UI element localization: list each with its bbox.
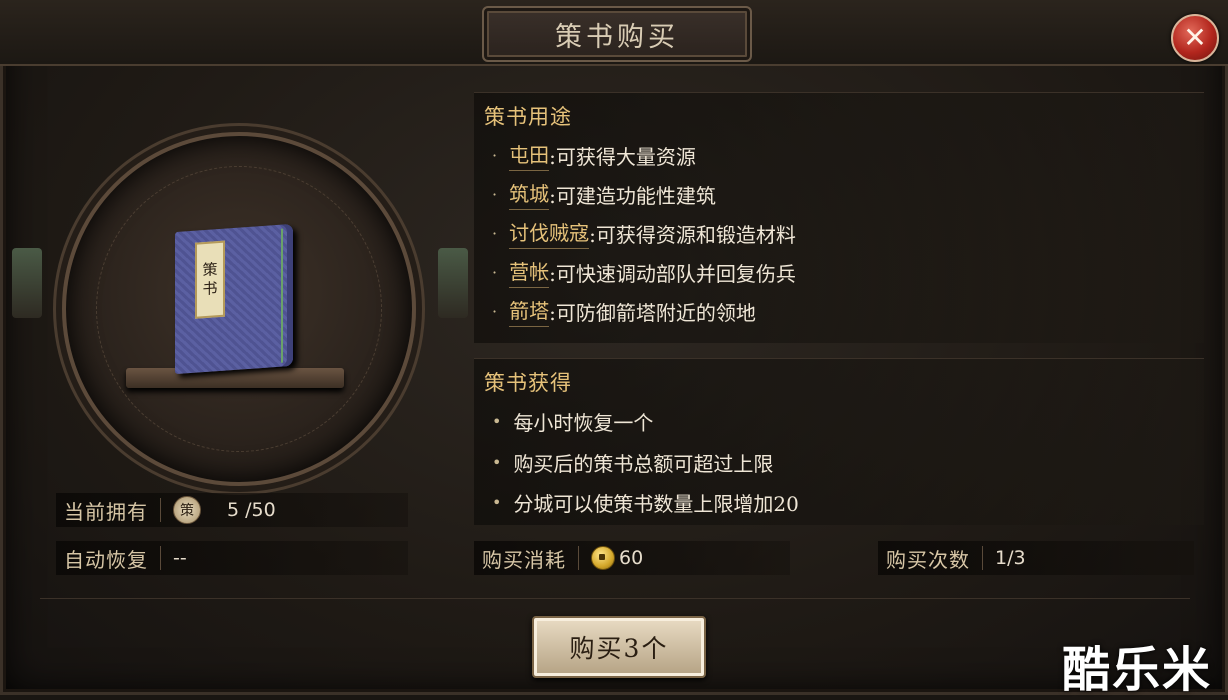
bullet-icon: · — [492, 262, 498, 282]
recover-value: -- — [173, 547, 187, 569]
row-separator — [160, 498, 161, 522]
watermark-logo: 酷乐米 — [1062, 642, 1213, 698]
usage-title: 策书用途 — [484, 105, 572, 129]
strategy-book-badge-icon: 策 — [173, 496, 201, 524]
footer-divider — [40, 598, 1190, 599]
times-value: 1/3 — [995, 547, 1026, 569]
usage-keyword[interactable]: 营帐 — [509, 256, 550, 288]
bullet-icon: · — [492, 301, 498, 321]
recover-row: 自动恢复 -- — [56, 541, 408, 575]
cost-label: 购买消耗 — [482, 547, 566, 572]
cost-value: 60 — [619, 547, 644, 569]
usage-keyword[interactable]: 讨伐贼寇 — [509, 217, 590, 249]
book-label-char-1: 策 — [202, 259, 218, 279]
usage-desc: :可获得大量资源 — [549, 144, 696, 169]
row-separator — [982, 546, 983, 570]
book-spine — [281, 228, 291, 363]
book-shelf — [126, 368, 344, 388]
obtain-item: • 分城可以使策书数量上限增加20 — [492, 488, 799, 517]
usage-desc: :可快速调动部队并回复伤兵 — [549, 261, 796, 286]
dialog-title: 策书购买 — [555, 21, 679, 53]
usage-desc: :可建造功能性建筑 — [549, 183, 716, 208]
row-separator — [578, 546, 579, 570]
obtain-text: 每小时恢复一个 — [513, 411, 654, 435]
left-lantern-decoration — [12, 248, 42, 318]
close-icon: ✕ — [1183, 21, 1207, 54]
right-lantern-decoration — [438, 248, 468, 318]
owned-value: 5 /50 — [227, 499, 276, 521]
usage-item: · 讨伐贼寇 :可获得资源和锻造材料 — [492, 217, 796, 249]
buy-button[interactable]: 购买3个 — [532, 616, 706, 678]
bullet-icon: • — [492, 412, 502, 431]
usage-keyword[interactable]: 屯田 — [509, 139, 550, 171]
usage-item: · 营帐 :可快速调动部队并回复伤兵 — [492, 256, 796, 288]
usage-keyword[interactable]: 筑城 — [509, 178, 550, 210]
usage-desc: :可获得资源和锻造材料 — [589, 222, 796, 247]
row-separator — [160, 546, 161, 570]
book-label-char-2: 书 — [202, 279, 218, 299]
obtain-item: • 购买后的策书总额可超过上限 — [492, 448, 773, 477]
usage-keyword[interactable]: 箭塔 — [509, 295, 550, 327]
obtain-title: 策书获得 — [484, 371, 572, 395]
usage-panel: 策书用途 · 屯田 :可获得大量资源 · 筑城 :可建造功能性建筑 · 讨伐贼寇… — [474, 92, 1204, 343]
book-cover-label: 策 书 — [195, 240, 225, 319]
bullet-icon: · — [492, 184, 498, 204]
owned-label: 当前拥有 — [64, 499, 148, 524]
bullet-icon: • — [492, 493, 502, 512]
obtain-item: • 每小时恢复一个 — [492, 407, 653, 436]
gold-coin-icon — [591, 546, 615, 570]
usage-item: · 筑城 :可建造功能性建筑 — [492, 178, 716, 210]
bullet-icon: · — [492, 145, 498, 165]
times-label: 购买次数 — [886, 547, 970, 572]
bullet-icon: • — [492, 453, 502, 472]
strategy-book-icon: 策 书 — [175, 223, 293, 375]
obtain-panel: 策书获得 • 每小时恢复一个 • 购买后的策书总额可超过上限 • 分城可以使策书… — [474, 358, 1204, 525]
close-button[interactable]: ✕ — [1171, 14, 1219, 62]
usage-item: · 屯田 :可获得大量资源 — [492, 139, 696, 171]
title-plate: 策书购买 — [482, 6, 752, 62]
usage-item: · 箭塔 :可防御箭塔附近的领地 — [492, 295, 756, 327]
cost-row: 购买消耗 60 — [474, 541, 790, 575]
obtain-text: 分城可以使策书数量上限增加20 — [513, 492, 799, 516]
bullet-icon: · — [492, 223, 498, 243]
obtain-text: 购买后的策书总额可超过上限 — [513, 452, 774, 476]
owned-row: 当前拥有 策 5 /50 — [56, 493, 408, 527]
usage-desc: :可防御箭塔附近的领地 — [549, 300, 756, 325]
times-row: 购买次数 1/3 — [878, 541, 1194, 575]
recover-label: 自动恢复 — [64, 547, 148, 572]
